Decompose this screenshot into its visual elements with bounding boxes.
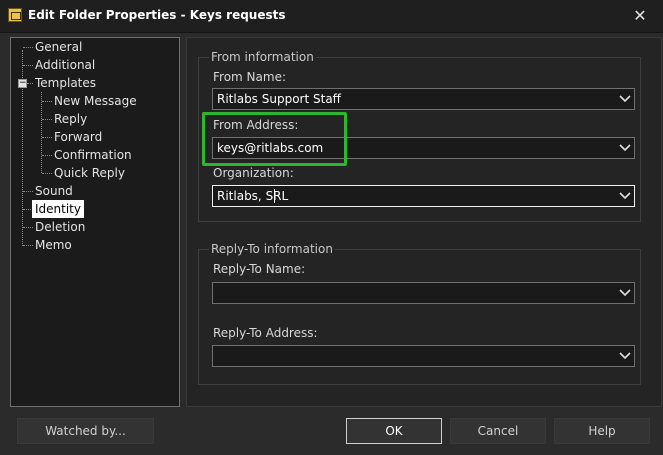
tree-item-quick-reply[interactable]: Quick Reply — [51, 164, 128, 182]
tree-item-deletion[interactable]: Deletion — [32, 218, 88, 236]
reply-to-address-combo[interactable] — [212, 345, 635, 367]
cancel-button[interactable]: Cancel — [450, 418, 546, 444]
organization-combo[interactable]: Ritlabs, SRL — [212, 185, 635, 207]
reply-to-information-title: Reply-To information — [209, 242, 335, 256]
chevron-down-icon[interactable] — [619, 95, 631, 103]
reply-to-name-combo[interactable] — [212, 282, 635, 304]
tree-item-identity[interactable]: Identity — [32, 200, 84, 218]
title-bar: Edit Folder Properties - Keys requests ✕ — [0, 0, 663, 33]
chevron-down-icon[interactable] — [619, 352, 631, 360]
close-icon[interactable]: ✕ — [617, 0, 663, 32]
tree-item-additional[interactable]: Additional — [32, 56, 98, 74]
from-name-value: Ritlabs Support Staff — [217, 92, 341, 106]
collapse-icon[interactable]: − — [18, 79, 27, 88]
chevron-down-icon[interactable] — [619, 289, 631, 297]
from-address-highlight — [202, 112, 347, 166]
chevron-down-icon[interactable] — [619, 192, 631, 200]
tree-item-new-message[interactable]: New Message — [51, 92, 140, 110]
tree-item-confirmation[interactable]: Confirmation — [51, 146, 135, 164]
watched-by-button[interactable]: Watched by... — [17, 418, 154, 444]
text-caret — [274, 189, 275, 203]
tree-item-reply[interactable]: Reply — [51, 110, 90, 128]
window-title: Edit Folder Properties - Keys requests — [28, 8, 286, 22]
from-name-combo[interactable]: Ritlabs Support Staff — [212, 88, 635, 110]
from-name-label: From Name: — [213, 70, 286, 84]
reply-to-address-label: Reply-To Address: — [213, 326, 318, 340]
ok-button[interactable]: OK — [346, 418, 442, 444]
app-icon — [8, 8, 22, 22]
tree-item-general[interactable]: General — [32, 38, 85, 56]
tree-item-forward[interactable]: Forward — [51, 128, 105, 146]
tree-connector — [41, 92, 42, 173]
reply-to-name-label: Reply-To Name: — [213, 262, 306, 276]
tree-item-sound[interactable]: Sound — [32, 182, 76, 200]
settings-tree: − General Additional Templates New Messa… — [10, 37, 180, 407]
from-information-title: From information — [209, 50, 316, 64]
tree-item-templates[interactable]: Templates — [32, 74, 99, 92]
tree-item-memo[interactable]: Memo — [32, 236, 75, 254]
organization-label: Organization: — [213, 166, 294, 180]
help-button[interactable]: Help — [554, 418, 650, 444]
chevron-down-icon[interactable] — [619, 144, 631, 152]
organization-value: Ritlabs, SRL — [217, 189, 289, 203]
